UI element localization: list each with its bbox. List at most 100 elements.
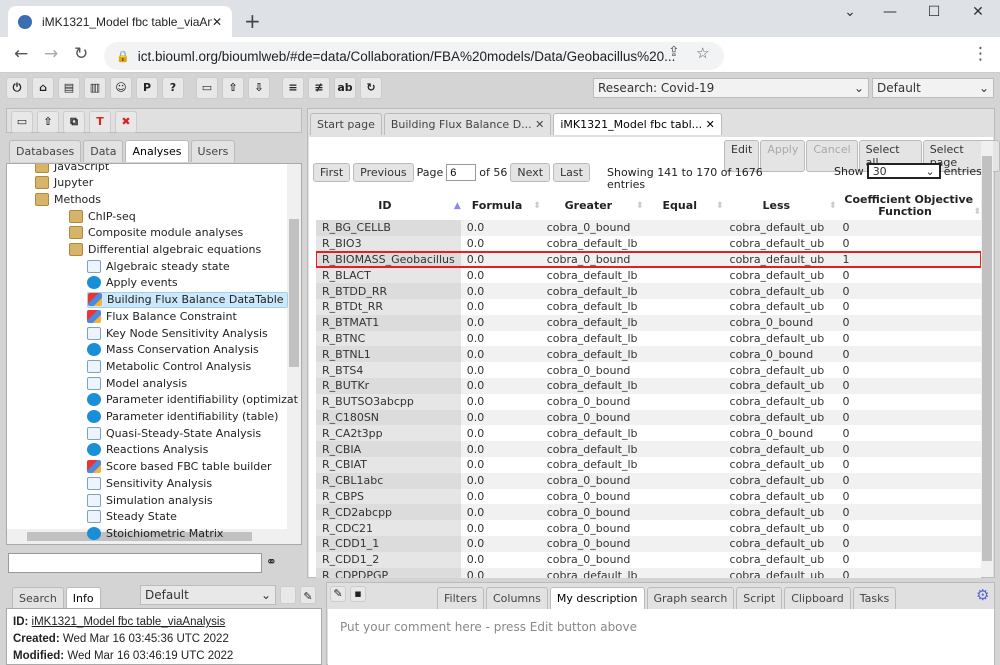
- refresh-icon[interactable]: ↻: [360, 77, 382, 99]
- first-page-button[interactable]: First: [313, 163, 351, 182]
- tree-vertical-scrollbar[interactable]: [287, 164, 301, 530]
- page-input[interactable]: [446, 164, 477, 181]
- close-tab-icon[interactable]: ✕: [532, 118, 544, 131]
- tab-databases[interactable]: Databases: [9, 140, 82, 162]
- tree-item[interactable]: Composite module analyses: [69, 225, 243, 241]
- logout-icon[interactable]: ⏻: [6, 77, 28, 99]
- tree-item[interactable]: Simulation analysis: [87, 492, 213, 508]
- tree-item[interactable]: Building Flux Balance DataTable: [87, 291, 288, 308]
- column-header[interactable]: ID ▲: [316, 192, 460, 220]
- tree-item[interactable]: Stoichiometric Matrix: [87, 525, 223, 541]
- column-header[interactable]: Equal ⬍: [644, 192, 724, 220]
- description-area[interactable]: Put your comment here - press Edit butto…: [328, 609, 994, 665]
- edit-icon[interactable]: ✎: [300, 586, 316, 604]
- tab-search[interactable]: Search: [12, 587, 64, 609]
- menu-icon[interactable]: ⋮: [972, 44, 989, 64]
- user-icon[interactable]: ☺: [110, 77, 132, 99]
- home-icon[interactable]: ⌂: [32, 77, 54, 99]
- close-window-icon[interactable]: ✕: [958, 4, 998, 24]
- tree-item[interactable]: Algebraic steady state: [87, 258, 230, 274]
- table-row[interactable]: R_CBIAT 0.0 cobra_default_lb cobra_default_…: [316, 456, 981, 473]
- tree-item[interactable]: ChIP-seq: [69, 208, 136, 224]
- previous-page-button[interactable]: Previous: [353, 163, 414, 182]
- tree-item[interactable]: Jupyter: [35, 175, 93, 191]
- table-row[interactable]: R_BG_CELLB 0.0 cobra_0_bound cobra_default_…: [316, 220, 981, 236]
- page-size-select[interactable]: 30 ⌄: [866, 163, 941, 179]
- table-row[interactable]: R_CBIA 0.0 cobra_default_lb cobra_default_u…: [316, 441, 981, 457]
- delete-icon[interactable]: ✖: [115, 111, 137, 133]
- tab-analyses[interactable]: Analyses: [125, 140, 189, 162]
- perspective-select[interactable]: Default ⌄: [872, 78, 994, 98]
- tree-item[interactable]: Parameter identifiability (optimizat: [87, 392, 298, 408]
- maximize-icon[interactable]: ☐: [914, 4, 954, 24]
- upload-icon[interactable]: ⇧: [222, 77, 244, 99]
- table-row[interactable]: R_CA2t3pp 0.0 cobra_default_lb cobra_0_boun…: [316, 425, 981, 442]
- table-row[interactable]: R_BTNC 0.0 cobra_default_lb cobra_default_u…: [316, 330, 981, 347]
- table-row[interactable]: R_BTMAT1 0.0 cobra_default_lb cobra_0_bound…: [316, 314, 981, 331]
- table-row[interactable]: R_BTS4 0.0 cobra_0_bound cobra_default_ub 0: [316, 362, 981, 378]
- tab-graph-search[interactable]: Graph search: [646, 587, 735, 609]
- tab-imk1321-model-fbc-tabl-[interactable]: iMK1321_Model fbc tabl... ✕: [553, 113, 722, 135]
- project-select[interactable]: Research: Covid-19 ⌄: [593, 78, 869, 98]
- ab-icon[interactable]: ab: [334, 77, 356, 99]
- panel-icon[interactable]: ▥: [84, 77, 106, 99]
- tree-item[interactable]: Reactions Analysis: [87, 442, 208, 458]
- help-icon[interactable]: ?: [162, 77, 184, 99]
- table-row[interactable]: R_CDC21 0.0 cobra_0_bound cobra_default_ub 0: [316, 520, 981, 536]
- tree-item[interactable]: Metabolic Control Analysis: [87, 358, 251, 374]
- tree-search-input[interactable]: [8, 553, 262, 573]
- table-row[interactable]: R_BUTSO3abcpp 0.0 cobra_0_bound cobra_defau…: [316, 393, 981, 410]
- tree-item[interactable]: Apply events: [87, 275, 178, 291]
- info-select[interactable]: Default ⌄: [140, 585, 276, 605]
- tree-item[interactable]: Key Node Sensitivity Analysis: [87, 325, 268, 341]
- layout-icon[interactable]: ▤: [58, 77, 80, 99]
- table-row[interactable]: R_CDD1_1 0.0 cobra_0_bound cobra_default_ub…: [316, 535, 981, 552]
- table-row[interactable]: R_BLACT 0.0 cobra_default_lb cobra_default_…: [316, 267, 981, 284]
- tree-item[interactable]: Quasi-Steady-State Analysis: [87, 425, 261, 441]
- document-icon[interactable]: [280, 586, 296, 604]
- share-icon[interactable]: ⇪: [668, 44, 680, 60]
- tree-item[interactable]: Steady State: [87, 509, 177, 525]
- tab-filters[interactable]: Filters: [437, 587, 484, 609]
- tab-data[interactable]: Data: [83, 140, 124, 162]
- column-header[interactable]: Formula ⬍: [461, 192, 541, 220]
- table-row[interactable]: R_CDD1_2 0.0 cobra_0_bound cobra_default_ub…: [316, 551, 981, 568]
- tab-info[interactable]: Info: [65, 587, 101, 609]
- tab-columns[interactable]: Columns: [485, 587, 548, 609]
- table-row[interactable]: R_BTNL1 0.0 cobra_default_lb cobra_0_bound 0: [316, 346, 981, 363]
- table-row[interactable]: R_BTDD_RR 0.0 cobra_default_lb cobra_defaul…: [316, 283, 981, 299]
- tree-item[interactable]: Flux Balance Constraint: [87, 308, 237, 324]
- back-icon[interactable]: ←: [14, 44, 28, 64]
- remove-list-icon[interactable]: ≢: [308, 77, 330, 99]
- close-tab-icon[interactable]: ✕: [702, 118, 715, 131]
- forward-icon[interactable]: →: [44, 44, 58, 64]
- tree-item[interactable]: Methods: [35, 191, 101, 207]
- tree-item[interactable]: Score based FBC table builder: [87, 459, 272, 475]
- tree-item[interactable]: JavaScript: [35, 164, 109, 174]
- chevron-down-icon[interactable]: ⌄: [830, 4, 870, 24]
- open-icon[interactable]: ▭: [11, 111, 33, 133]
- column-header[interactable]: Greater ⬍: [541, 192, 644, 220]
- column-header[interactable]: Less ⬍: [724, 192, 836, 220]
- tab-tasks[interactable]: Tasks: [852, 587, 897, 609]
- table-row[interactable]: R_CBPS 0.0 cobra_0_bound cobra_default_ub 0: [316, 488, 981, 505]
- table-row[interactable]: R_BIO3 0.0 cobra_default_lb cobra_default_u…: [316, 235, 981, 252]
- p-icon[interactable]: P: [136, 77, 158, 99]
- table-row[interactable]: R_CDPDPGP 0.0 cobra_default_lb cobra_defaul…: [316, 567, 981, 578]
- tree-item[interactable]: Differential algebraic equations: [69, 242, 261, 258]
- table-row[interactable]: R_CBL1abc 0.0 cobra_0_bound cobra_default_u…: [316, 472, 981, 489]
- reload-icon[interactable]: ↻: [74, 44, 88, 64]
- tab-script[interactable]: Script: [736, 587, 783, 609]
- settings-gear-icon[interactable]: ⚙: [976, 586, 989, 604]
- tree-item[interactable]: Model analysis: [87, 375, 187, 391]
- tree-item[interactable]: Parameter identifiability (table): [87, 409, 278, 425]
- tab-users[interactable]: Users: [190, 140, 236, 162]
- upload-icon[interactable]: ⇧: [37, 111, 59, 133]
- url-input[interactable]: 🔒 ict.biouml.org/bioumlweb/#de=data/Coll…: [104, 42, 724, 70]
- copy-icon[interactable]: ⧉: [63, 111, 85, 133]
- id-link[interactable]: iMK1321_Model fbc table_viaAnalysis: [32, 616, 226, 628]
- tab-start-page[interactable]: Start page: [310, 113, 382, 135]
- table-row[interactable]: R_BTDt_RR 0.0 cobra_default_lb cobra_defaul…: [316, 298, 981, 315]
- close-tab-icon[interactable]: ✕: [212, 15, 222, 29]
- rename-icon[interactable]: T: [89, 111, 111, 133]
